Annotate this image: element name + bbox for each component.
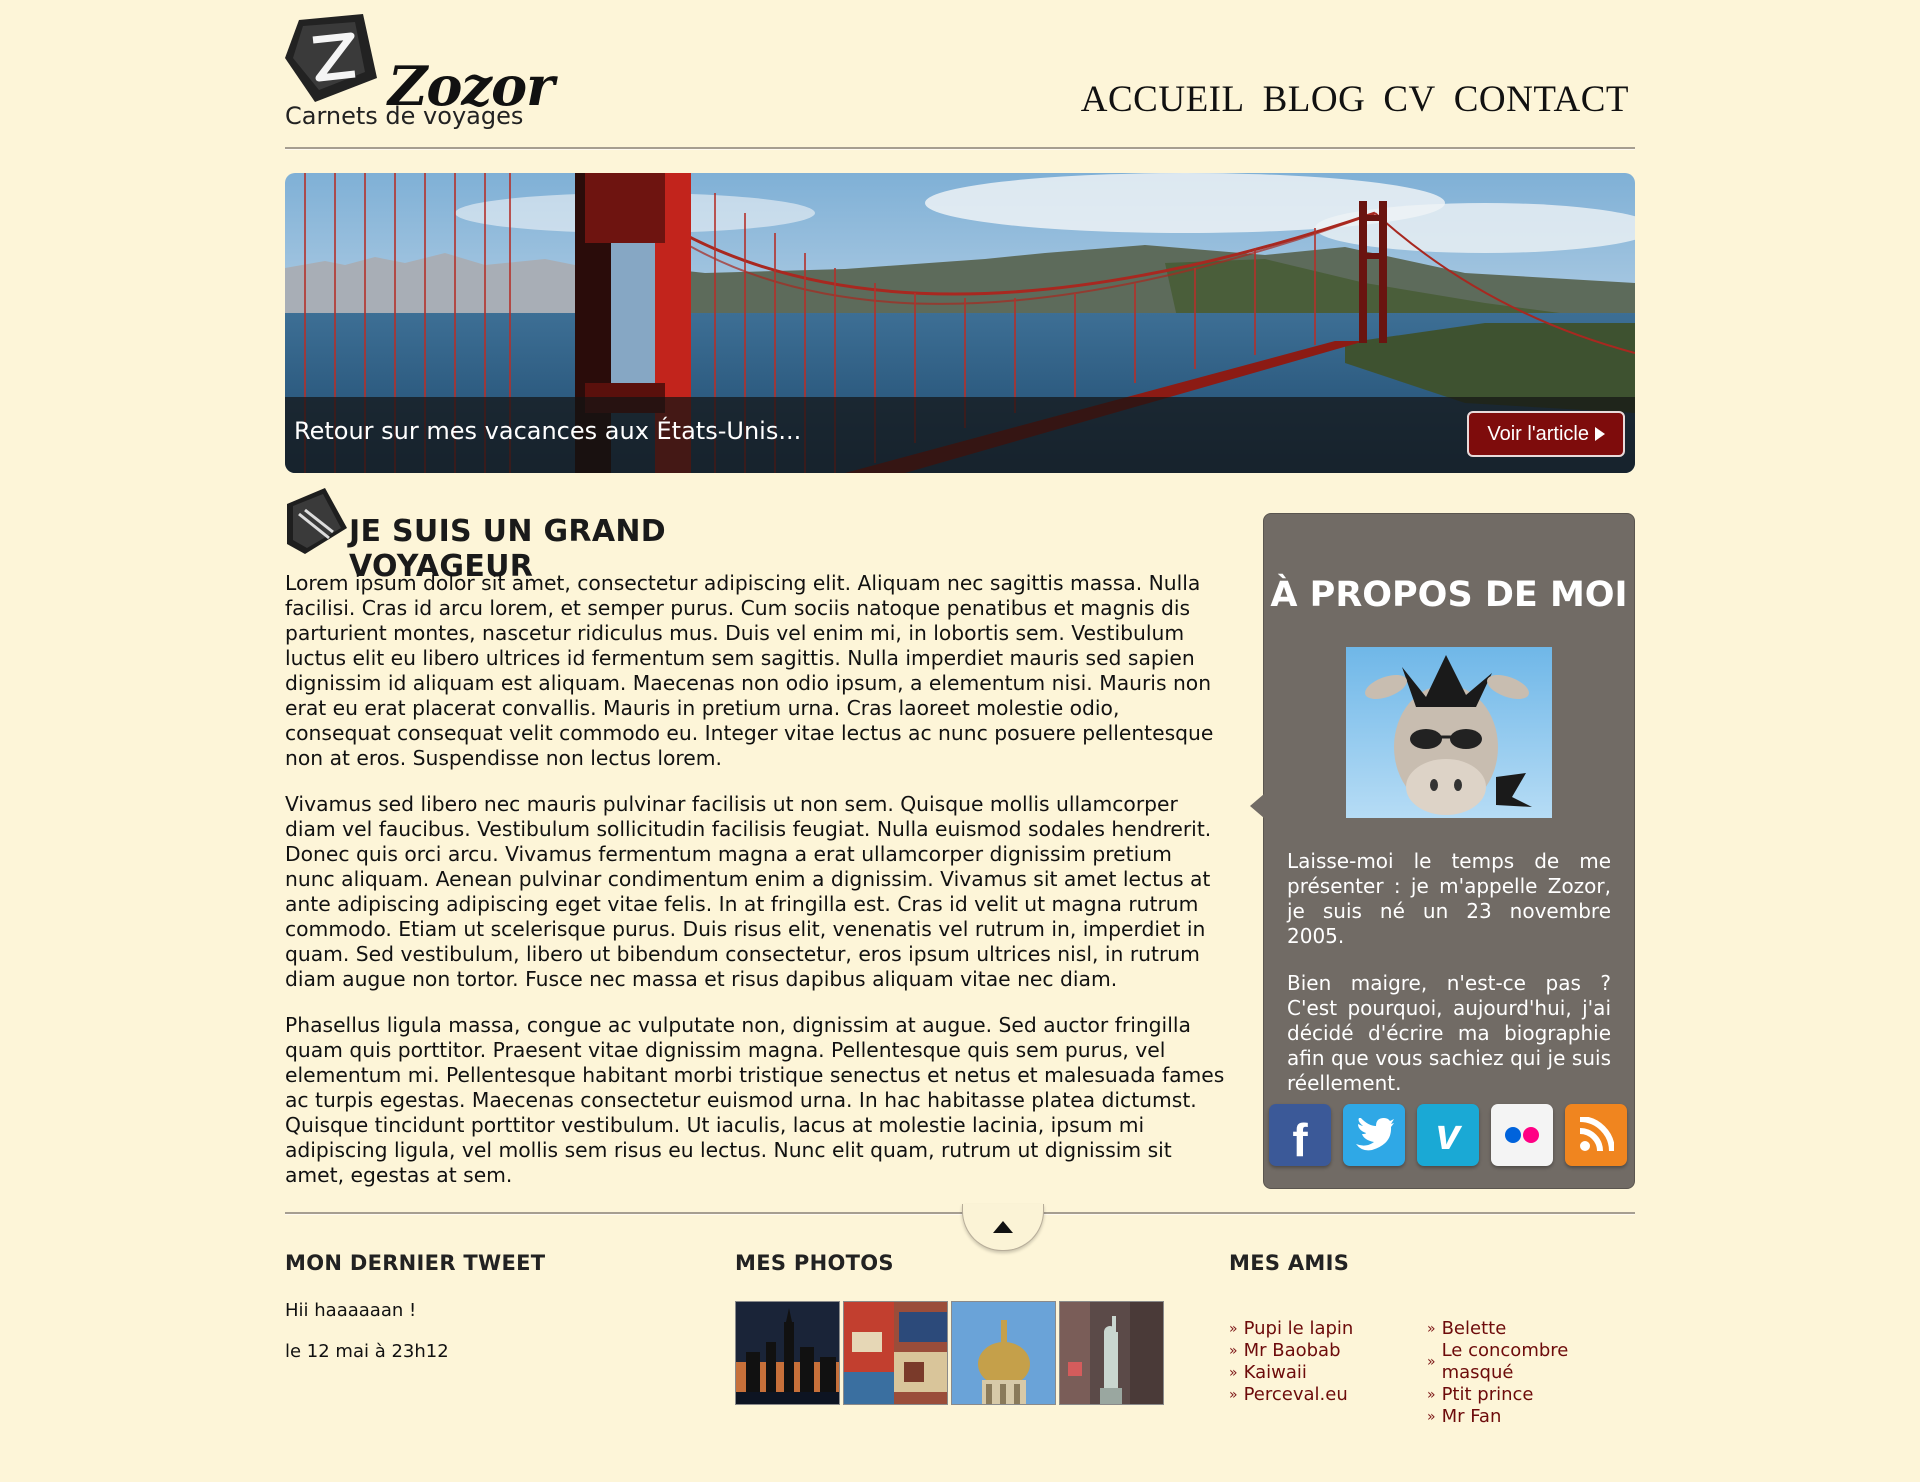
article-paragraph: Phasellus ligula massa, congue ac vulput… xyxy=(285,1013,1225,1187)
friend-link[interactable]: » Le concombre masqué xyxy=(1427,1340,1635,1384)
nav-cv[interactable]: CV xyxy=(1383,78,1435,121)
friend-link[interactable]: » Mr Fan xyxy=(1427,1406,1635,1428)
avatar xyxy=(1346,647,1552,818)
about-box: À PROPOS DE MOI Laisse-moi le temps de m… xyxy=(1250,513,1635,1189)
hero-banner: Retour sur mes vacances aux États-Unis..… xyxy=(285,173,1635,473)
friends-heading: MES AMIS xyxy=(1229,1251,1350,1275)
friend-link[interactable]: » Belette xyxy=(1427,1318,1635,1340)
friend-link[interactable]: » Perceval.eu xyxy=(1229,1384,1353,1406)
social-links: f v xyxy=(1269,1104,1627,1166)
about-text: Laisse-moi le temps de me présenter : je… xyxy=(1287,849,1611,1118)
photo-thumbnail[interactable] xyxy=(843,1301,948,1405)
friend-link-label: Ptit prince xyxy=(1441,1384,1534,1405)
friend-link[interactable]: » Pupi le lapin xyxy=(1229,1318,1353,1340)
nav-blog[interactable]: BLOG xyxy=(1263,78,1366,121)
read-article-button[interactable]: Voir l'article xyxy=(1467,411,1625,457)
site-tagline: Carnets de voyages xyxy=(285,102,524,130)
facebook-icon[interactable]: f xyxy=(1269,1104,1331,1166)
photo-gallery xyxy=(735,1301,1164,1405)
chevron-right-icon: » xyxy=(1229,1321,1238,1337)
main-nav: ACCUEIL BLOG CV CONTACT xyxy=(1081,78,1629,121)
banner-caption: Retour sur mes vacances aux États-Unis..… xyxy=(294,417,802,445)
about-paragraph: Laisse-moi le temps de me présenter : je… xyxy=(1287,849,1611,948)
friends-list-2: » Belette » Le concombre masqué » Ptit prin… xyxy=(1427,1318,1635,1428)
chevron-right-icon: » xyxy=(1229,1387,1238,1403)
twitter-icon[interactable] xyxy=(1343,1104,1405,1166)
photos-heading: MES PHOTOS xyxy=(735,1251,894,1275)
read-article-label: Voir l'article xyxy=(1487,422,1589,445)
friend-link-label: Mr Baobab xyxy=(1243,1340,1341,1361)
about-pointer xyxy=(1250,794,1264,818)
friend-link-label: Le concombre masqué xyxy=(1441,1340,1569,1383)
rss-icon[interactable] xyxy=(1565,1104,1627,1166)
suitcase-icon xyxy=(287,488,347,554)
tweet-heading: MON DERNIER TWEET xyxy=(285,1251,546,1275)
zozor-logo-icon xyxy=(285,14,377,102)
friend-link-label: Perceval.eu xyxy=(1243,1384,1348,1405)
header-divider xyxy=(285,147,1635,149)
arrow-up-icon xyxy=(993,1221,1013,1233)
photo-thumbnail[interactable] xyxy=(951,1301,1056,1405)
chevron-right-icon: » xyxy=(1427,1387,1436,1403)
play-arrow-icon xyxy=(1595,427,1605,441)
friend-link-label: Kaiwaii xyxy=(1243,1362,1307,1383)
article-paragraph: Vivamus sed libero nec mauris pulvinar f… xyxy=(285,792,1212,991)
page: Zozor Carnets de voyages ACCUEIL BLOG CV… xyxy=(285,0,1635,1482)
tweet-date: le 12 mai à 23h12 xyxy=(285,1341,449,1362)
friends-list-1: » Pupi le lapin » Mr Baobab » Kaiwaii » Perc… xyxy=(1229,1318,1353,1406)
chevron-right-icon: » xyxy=(1229,1365,1238,1381)
tweet-text: Hii haaaaaan ! xyxy=(285,1300,417,1321)
photo-thumbnail[interactable] xyxy=(735,1301,840,1405)
friend-link-label: Belette xyxy=(1441,1318,1507,1339)
flickr-icon[interactable] xyxy=(1491,1104,1553,1166)
vimeo-icon[interactable]: v xyxy=(1417,1104,1479,1166)
back-to-top-button[interactable] xyxy=(962,1204,1044,1251)
friend-link[interactable]: » Ptit prince xyxy=(1427,1384,1635,1406)
chevron-right-icon: » xyxy=(1229,1343,1238,1359)
nav-contact[interactable]: CONTACT xyxy=(1454,78,1629,121)
chevron-right-icon: » xyxy=(1427,1321,1436,1337)
article-paragraph: Lorem ipsum dolor sit amet, consectetur … xyxy=(285,571,1214,770)
photo-thumbnail[interactable] xyxy=(1059,1301,1164,1405)
chevron-right-icon: » xyxy=(1427,1354,1436,1370)
friend-link[interactable]: » Mr Baobab xyxy=(1229,1340,1353,1362)
article-heading: JE SUIS UN GRAND VOYAGEUR xyxy=(285,488,845,584)
footer-divider xyxy=(285,1212,1635,1214)
about-title: À PROPOS DE MOI xyxy=(1270,575,1628,615)
site-logo[interactable]: Zozor Carnets de voyages xyxy=(285,10,555,140)
banner-caption-bar: Retour sur mes vacances aux États-Unis..… xyxy=(285,397,1635,473)
friend-link[interactable]: » Kaiwaii xyxy=(1229,1362,1353,1384)
friend-link-label: Pupi le lapin xyxy=(1243,1318,1354,1339)
article-body: Lorem ipsum dolor sit amet, consectetur … xyxy=(285,571,1225,1209)
chevron-right-icon: » xyxy=(1427,1409,1436,1425)
nav-accueil[interactable]: ACCUEIL xyxy=(1081,78,1245,121)
about-paragraph: Bien maigre, n'est-ce pas ? C'est pourqu… xyxy=(1287,971,1611,1095)
friend-link-label: Mr Fan xyxy=(1441,1406,1502,1427)
